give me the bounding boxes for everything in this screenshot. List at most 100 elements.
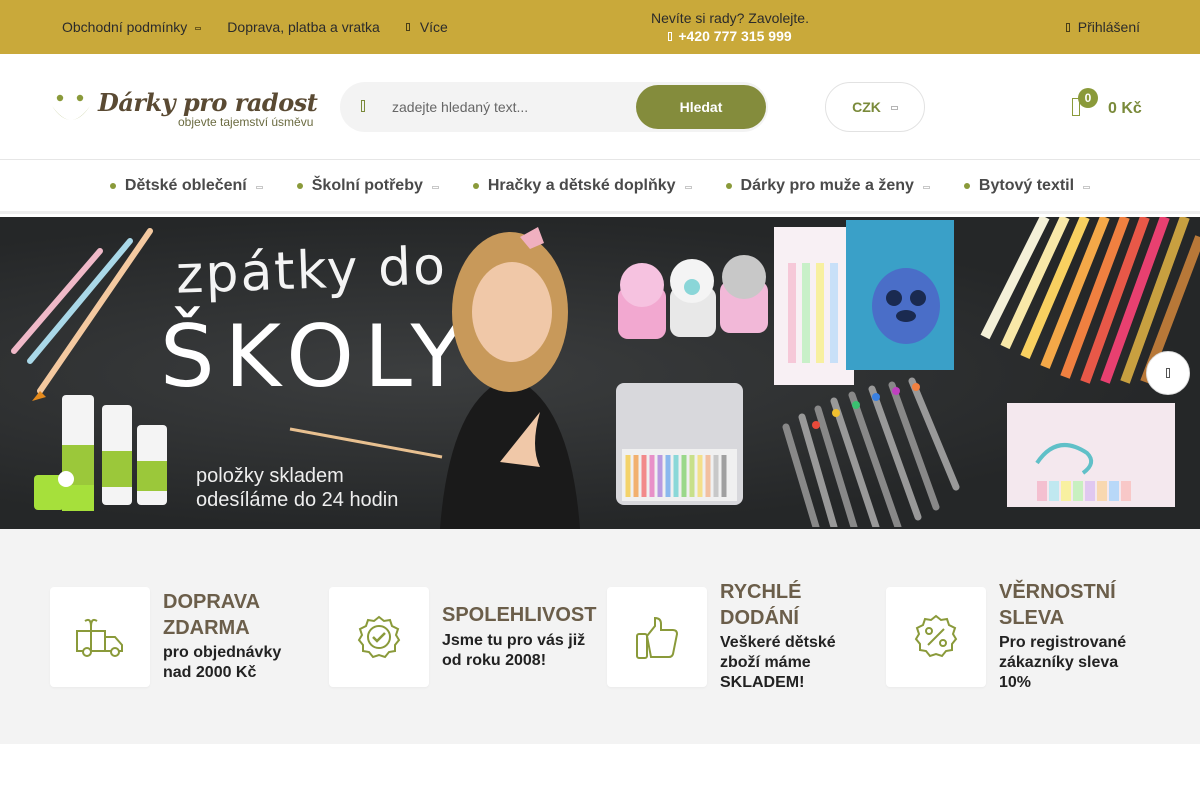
feature-title-line: SLEVA bbox=[999, 607, 1065, 629]
feature-title-line: ZDARMA bbox=[163, 617, 250, 639]
pencil-tin-image bbox=[616, 383, 743, 505]
bullet-icon bbox=[296, 183, 303, 189]
chevron-down-icon bbox=[255, 185, 263, 189]
feature-title: RYCHLÉ DODÁNÍ bbox=[720, 579, 801, 631]
user-icon bbox=[1065, 22, 1070, 32]
menu-icon bbox=[405, 23, 410, 31]
shipping-link[interactable]: Doprava, platba a vratka bbox=[227, 19, 380, 35]
bullet-icon bbox=[472, 183, 479, 189]
chevron-down-icon bbox=[1083, 185, 1091, 189]
feature-desc-line: 10% bbox=[999, 674, 1032, 691]
bullet-icon bbox=[963, 183, 970, 189]
hero-banner[interactable]: zpátky do ŠKOLY položky skladem odesílám… bbox=[0, 217, 1200, 529]
more-menu[interactable]: Více bbox=[405, 19, 448, 35]
nav-item-gifts[interactable]: Dárky pro muže a ženy bbox=[725, 177, 930, 195]
feature-title: DOPRAVA ZDARMA bbox=[163, 589, 260, 641]
slider-dots bbox=[58, 471, 74, 487]
terms-link[interactable]: Obchodní podmínky bbox=[62, 19, 202, 35]
feature-desc-line: Pro registrované bbox=[999, 634, 1127, 651]
feature-free-shipping: DOPRAVA ZDARMA pro objednávky nad 2000 K… bbox=[50, 587, 300, 697]
cart-button[interactable]: 0 0 Kč bbox=[1068, 88, 1148, 128]
search-button[interactable]: Hledat bbox=[636, 85, 766, 129]
contact-text: Nevíte si rady? Zavolejte. bbox=[651, 10, 809, 26]
felt-tip-markers-image bbox=[782, 377, 960, 527]
currency-value: CZK bbox=[852, 99, 881, 115]
cart-count-badge: 0 bbox=[1078, 88, 1098, 108]
stitch-notebook-image bbox=[846, 220, 954, 370]
feature-title-line: DODÁNÍ bbox=[720, 607, 799, 629]
quality-badge-icon bbox=[357, 615, 401, 659]
feature-desc-line: pro objednávky bbox=[163, 644, 282, 661]
slider-dot-active[interactable] bbox=[58, 471, 74, 487]
feature-desc: Veškeré dětské zboží máme SKLADEM! bbox=[720, 633, 836, 693]
plasticine-box-image bbox=[1007, 403, 1175, 507]
feature-fast-delivery: RYCHLÉ DODÁNÍ Veškeré dětské zboží máme … bbox=[607, 581, 867, 697]
search-bar: Hledat bbox=[340, 82, 768, 132]
nav-item-label: Školní potřeby bbox=[311, 177, 423, 194]
feature-title-line: RYCHLÉ bbox=[720, 581, 802, 603]
phone-number: +420 777 315 999 bbox=[678, 28, 792, 44]
pointer-stick-image bbox=[289, 427, 443, 459]
feature-icon-box bbox=[329, 587, 429, 687]
feature-desc: Pro registrované zákazníky sleva 10% bbox=[999, 633, 1126, 693]
search-input[interactable] bbox=[392, 82, 632, 132]
nav-item-toys[interactable]: Hračky a dětské doplňky bbox=[472, 177, 692, 195]
more-menu-label: Více bbox=[419, 19, 448, 35]
delivery-truck-icon bbox=[76, 618, 123, 657]
feature-desc-line: Jsme tu pro vás již bbox=[442, 632, 586, 649]
chevron-down-icon bbox=[431, 185, 439, 189]
feature-title: SPOLEHLIVOST bbox=[442, 602, 596, 628]
nav-item-school-supplies[interactable]: Školní potřeby bbox=[296, 177, 439, 195]
paint-brushes-image bbox=[11, 228, 153, 401]
banner-subline-2: odesíláme do 24 hodin bbox=[196, 489, 399, 511]
discount-badge-icon bbox=[914, 614, 958, 658]
bullet-icon bbox=[109, 183, 116, 189]
feature-desc: pro objednávky nad 2000 Kč bbox=[163, 643, 281, 683]
feature-desc-line: SKLADEM! bbox=[720, 674, 805, 691]
feature-icon-box bbox=[607, 587, 707, 687]
chevron-down-icon bbox=[195, 26, 202, 30]
nav-item-home-textile[interactable]: Bytový textil bbox=[963, 177, 1091, 195]
chevron-down-icon bbox=[890, 106, 898, 110]
chevron-right-icon bbox=[1166, 368, 1170, 378]
nav-item-label: Dětské oblečení bbox=[124, 177, 247, 194]
feature-desc: Jsme tu pro vás již od roku 2008! bbox=[442, 631, 585, 671]
features-strip: DOPRAVA ZDARMA pro objednávky nad 2000 K… bbox=[0, 529, 1200, 744]
thumbs-up-icon bbox=[636, 616, 679, 659]
top-bar: Obchodní podmínky Doprava, platba a vrat… bbox=[0, 0, 1200, 54]
login-label: Přihlášení bbox=[1077, 19, 1140, 35]
logo[interactable]: Dárky pro radost objevte tajemství úsměv… bbox=[50, 86, 318, 132]
feature-title-line: VĚRNOSTNÍ bbox=[999, 581, 1116, 603]
feature-desc-line: od roku 2008! bbox=[442, 652, 547, 669]
contact-info: Nevíte si rady? Zavolejte. +420 777 315 … bbox=[620, 9, 840, 45]
search-icon bbox=[361, 100, 365, 112]
feature-title-line: SPOLEHLIVOST bbox=[442, 604, 597, 626]
phone-icon bbox=[668, 31, 673, 41]
nav-item-label: Bytový textil bbox=[978, 177, 1075, 194]
logo-tagline: objevte tajemství úsměvu bbox=[178, 115, 314, 129]
highlighter-pack-image bbox=[774, 227, 854, 385]
nav-item-label: Hračky a dětské doplňky bbox=[487, 177, 676, 194]
feature-desc-line: zákazníky sleva bbox=[999, 654, 1119, 671]
feature-reliability: SPOLEHLIVOST Jsme tu pro vás již od roku… bbox=[329, 587, 599, 697]
feature-icon-box bbox=[886, 587, 986, 687]
logo-brand: Dárky pro radost bbox=[98, 88, 318, 117]
nav-item-kids-clothing[interactable]: Dětské oblečení bbox=[109, 177, 263, 195]
nav-item-label: Dárky pro muže a ženy bbox=[740, 177, 914, 194]
feature-desc-line: nad 2000 Kč bbox=[163, 664, 257, 681]
girl-photo-image bbox=[440, 227, 580, 529]
feature-icon-box bbox=[50, 587, 150, 687]
login-link[interactable]: Přihlášení bbox=[1065, 0, 1140, 54]
bullet-icon bbox=[725, 183, 732, 189]
feature-title-line: DOPRAVA bbox=[163, 591, 261, 613]
category-nav: Dětské oblečení Školní potřeby Hračky a … bbox=[0, 161, 1200, 214]
currency-select[interactable]: CZK bbox=[825, 82, 925, 132]
header: Dárky pro radost objevte tajemství úsměv… bbox=[0, 54, 1200, 160]
chevron-down-icon bbox=[684, 185, 692, 189]
banner-subline-1: položky skladem bbox=[196, 465, 344, 487]
top-links: Obchodní podmínky Doprava, platba a vrat… bbox=[62, 0, 448, 54]
slider-next-button[interactable] bbox=[1146, 351, 1190, 395]
terms-link-label: Obchodní podmínky bbox=[62, 19, 188, 35]
phone-link[interactable]: +420 777 315 999 bbox=[620, 27, 840, 45]
smile-logo-icon bbox=[52, 94, 90, 120]
